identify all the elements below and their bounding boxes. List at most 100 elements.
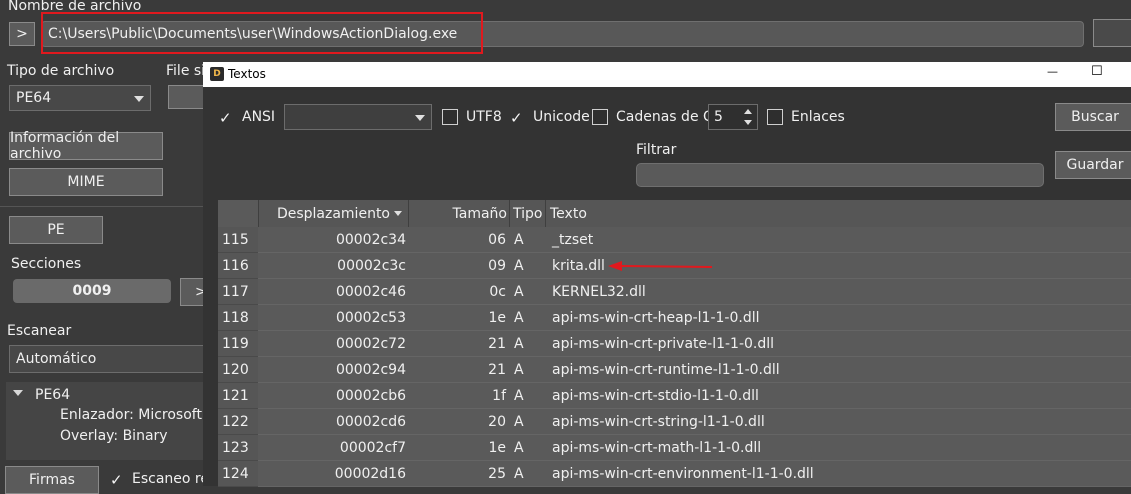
cell-text: _tzset <box>552 232 594 248</box>
row-number[interactable]: 121 <box>218 383 258 409</box>
table-corner[interactable] <box>218 200 259 227</box>
links-checkbox[interactable] <box>767 109 783 125</box>
pe-button[interactable]: PE <box>9 216 103 244</box>
cell-text: api-ms-win-crt-heap-l1-1-0.dll <box>552 310 760 326</box>
cell-offset: 00002c34 <box>335 232 406 248</box>
table-row[interactable]: 123 00002cf7 1e Aapi-ms-win-crt-math-l1-1-0… <box>218 435 1131 461</box>
utf8-label: UTF8 <box>466 109 502 125</box>
cell-size: 1e <box>488 310 506 326</box>
ansi-label: ANSI <box>242 109 276 125</box>
file-type-select[interactable]: PE64 <box>9 85 151 111</box>
file-type-label: Tipo de archivo <box>7 63 115 79</box>
filter-label: Filtrar <box>636 142 677 158</box>
cell-type: A <box>514 310 524 326</box>
filter-input[interactable] <box>636 163 1044 187</box>
cell-offset: 00002cf7 <box>339 440 406 456</box>
row-number[interactable]: 119 <box>218 331 258 357</box>
cell-size: 0c <box>489 284 506 300</box>
maximize-icon[interactable]: ☐ <box>1091 64 1103 79</box>
cell-size: 1e <box>488 440 506 456</box>
scan-select[interactable]: Automático <box>9 345 209 373</box>
save-button[interactable]: Guardar <box>1055 151 1131 179</box>
row-number[interactable]: 122 <box>218 409 258 435</box>
table-row[interactable]: 120 00002c94 21 Aapi-ms-win-crt-runtime-l1-… <box>218 357 1131 383</box>
column-header-type[interactable]: Tipo <box>510 200 546 227</box>
utf8-checkbox[interactable] <box>442 109 458 125</box>
column-header-text[interactable]: Texto <box>546 200 1131 227</box>
table-row[interactable]: 117 00002c46 0c A KERNEL32.dll <box>218 279 1131 305</box>
cell-size: 20 <box>488 414 506 430</box>
cell-size: 06 <box>488 232 506 248</box>
cell-offset: 00002cb6 <box>335 388 406 404</box>
cell-text: api-ms-win-crt-math-l1-1-0.dll <box>552 440 762 456</box>
spin-down-icon[interactable] <box>744 120 752 125</box>
row-number[interactable]: 118 <box>218 305 258 331</box>
c-strings-checkbox[interactable] <box>592 109 608 125</box>
table-row[interactable]: 115 00002c34 06 A _tzset <box>218 227 1131 253</box>
cell-offset: 00002c53 <box>335 310 406 326</box>
signatures-button[interactable]: Firmas <box>5 466 99 494</box>
table-row[interactable]: 124 00002d16 25 Aapi-ms-win-crt-environment… <box>218 461 1131 487</box>
row-number[interactable]: 120 <box>218 357 258 383</box>
cell-offset: 00002c72 <box>335 336 406 352</box>
unicode-label: Unicode <box>533 109 590 125</box>
search-button[interactable]: Buscar <box>1055 103 1131 131</box>
min-length-spinbox[interactable]: 5 <box>708 104 758 130</box>
chevron-down-icon <box>415 115 425 121</box>
mime-button[interactable]: MIME <box>9 168 163 196</box>
unicode-checkmark-icon[interactable]: ✓ <box>510 110 523 126</box>
minimize-icon[interactable]: — <box>1047 65 1058 78</box>
table-row[interactable]: 122 00002cd6 20 Aapi-ms-win-crt-string-l1-1… <box>218 409 1131 435</box>
side-button[interactable] <box>1093 19 1131 47</box>
cell-offset: 00002d16 <box>334 466 406 482</box>
cell-text: api-ms-win-crt-stdio-l1-1-0.dll <box>552 388 759 404</box>
table-row[interactable]: 121 00002cb6 1f Aapi-ms-win-crt-stdio-l1-1-… <box>218 383 1131 409</box>
row-number[interactable]: 116 <box>218 253 258 279</box>
cell-type: A <box>514 258 524 274</box>
tree-overlay[interactable]: Overlay: Binary <box>60 428 168 444</box>
row-number[interactable]: 124 <box>218 461 258 487</box>
cell-type: A <box>514 362 524 378</box>
column-type-label: Tipo <box>513 205 543 222</box>
min-length-value: 5 <box>714 109 723 125</box>
cell-text: KERNEL32.dll <box>552 284 646 300</box>
row-number[interactable]: 115 <box>218 227 258 253</box>
sections-label: Secciones <box>11 256 82 272</box>
cell-text: api-ms-win-crt-environment-l1-1-0.dll <box>552 466 814 482</box>
spin-up-icon[interactable] <box>744 109 752 114</box>
cell-type: A <box>514 388 524 404</box>
cell-offset: 00002c3c <box>337 258 406 274</box>
ansi-checkmark-icon[interactable]: ✓ <box>219 110 232 126</box>
column-size-label: Tamaño <box>452 205 507 222</box>
cell-offset: 00002cd6 <box>335 414 406 430</box>
table-row[interactable]: 118 00002c53 1e Aapi-ms-win-crt-heap-l1-1-0… <box>218 305 1131 331</box>
file-info-button[interactable]: Información del archivo <box>9 130 163 162</box>
cell-size: 09 <box>488 258 506 274</box>
browse-button[interactable]: > <box>9 22 35 46</box>
file-size-field[interactable] <box>168 85 208 109</box>
cell-type: A <box>514 232 524 248</box>
column-text-label: Texto <box>550 205 587 222</box>
sections-count: 0009 <box>13 279 171 303</box>
cell-type: A <box>514 336 524 352</box>
column-header-size[interactable]: Tamaño <box>409 200 510 227</box>
expand-icon[interactable] <box>13 390 23 396</box>
tree-linker[interactable]: Enlazador: Microsoft l <box>60 407 210 423</box>
cell-type: A <box>514 466 524 482</box>
encoding-select[interactable] <box>284 104 432 130</box>
file-type-value: PE64 <box>16 90 52 106</box>
dialog-titlebar[interactable]: D Textos — ☐ <box>203 62 1131 87</box>
annotation-arrow <box>608 261 713 271</box>
cell-offset: 00002c46 <box>335 284 406 300</box>
cell-offset: 00002c94 <box>335 362 406 378</box>
cell-size: 21 <box>488 336 506 352</box>
row-number[interactable]: 123 <box>218 435 258 461</box>
cell-type: A <box>514 440 524 456</box>
cell-size: 1f <box>492 388 506 404</box>
row-number[interactable]: 117 <box>218 279 258 305</box>
table-row[interactable]: 119 00002c72 21 Aapi-ms-win-crt-private-l1-… <box>218 331 1131 357</box>
tree-root[interactable]: PE64 <box>35 387 70 403</box>
cell-text: api-ms-win-crt-string-l1-1-0.dll <box>552 414 765 430</box>
column-header-offset[interactable]: Desplazamiento <box>259 200 409 227</box>
annotation-highlight-box <box>41 12 483 54</box>
